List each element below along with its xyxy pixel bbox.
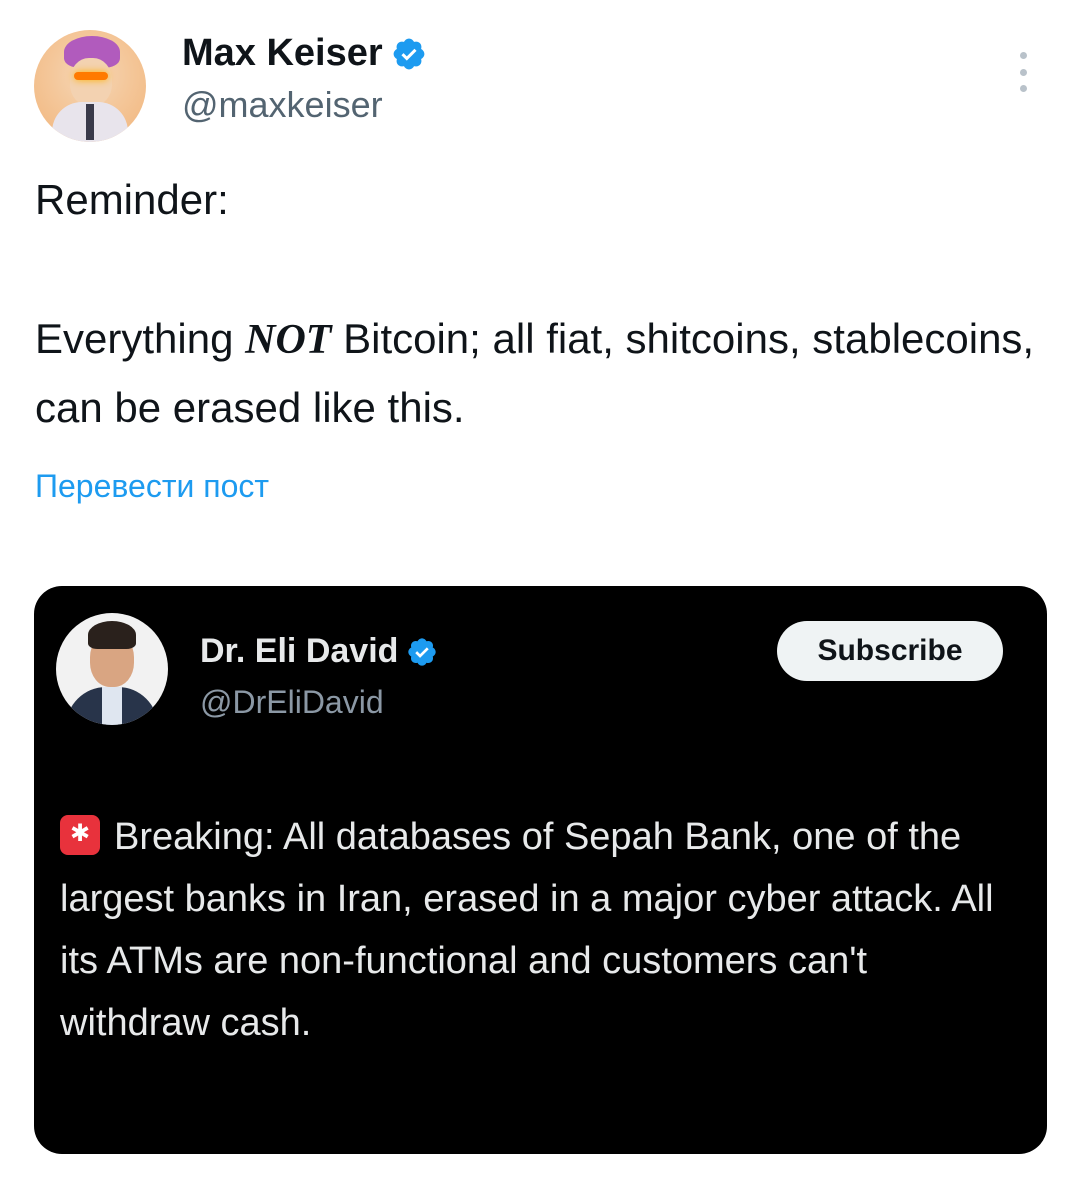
avatar-tie <box>86 104 94 140</box>
post-text-main: Everything NOT Bitcoin; all fiat, shitco… <box>35 305 1045 442</box>
quoted-post-text: Breaking: All databases of Sepah Bank, o… <box>60 806 1020 1054</box>
more-dot <box>1019 52 1027 59</box>
quoted-post-image[interactable]: Dr. Eli David @DrEliDavid Subscribe Brea… <box>34 586 1047 1154</box>
avatar-face <box>70 58 112 106</box>
more-options-icon[interactable] <box>1010 52 1036 92</box>
rotating-light-icon <box>60 815 100 855</box>
post-text-before: Everything <box>35 315 246 362</box>
quoted-avatar-shirt <box>102 687 122 725</box>
verified-badge-icon <box>393 38 425 69</box>
quoted-post-body: Breaking: All databases of Sepah Bank, o… <box>60 816 994 1044</box>
more-dot <box>1019 68 1027 76</box>
quoted-author-name-row: Dr. Eli David <box>200 632 438 671</box>
translate-post-link[interactable]: Перевести пост <box>35 468 269 505</box>
subscribe-button: Subscribe <box>777 621 1003 681</box>
avatar-laser-eyes <box>74 72 108 80</box>
more-dot <box>1019 85 1027 92</box>
author-avatar[interactable] <box>34 30 146 142</box>
post-text-reminder: Reminder: <box>35 176 229 223</box>
author-name[interactable]: Max Keiser <box>182 32 383 75</box>
post-text-emphasis: NOT <box>245 317 332 363</box>
quoted-author-avatar <box>56 613 168 725</box>
author-name-row: Max Keiser <box>182 32 427 75</box>
quoted-verified-badge-icon <box>408 637 437 666</box>
quoted-author-handle: @DrEliDavid <box>200 684 384 720</box>
author-handle[interactable]: @maxkeiser <box>182 84 383 126</box>
quoted-avatar-hair <box>88 621 136 649</box>
quoted-author-name: Dr. Eli David <box>200 632 399 670</box>
